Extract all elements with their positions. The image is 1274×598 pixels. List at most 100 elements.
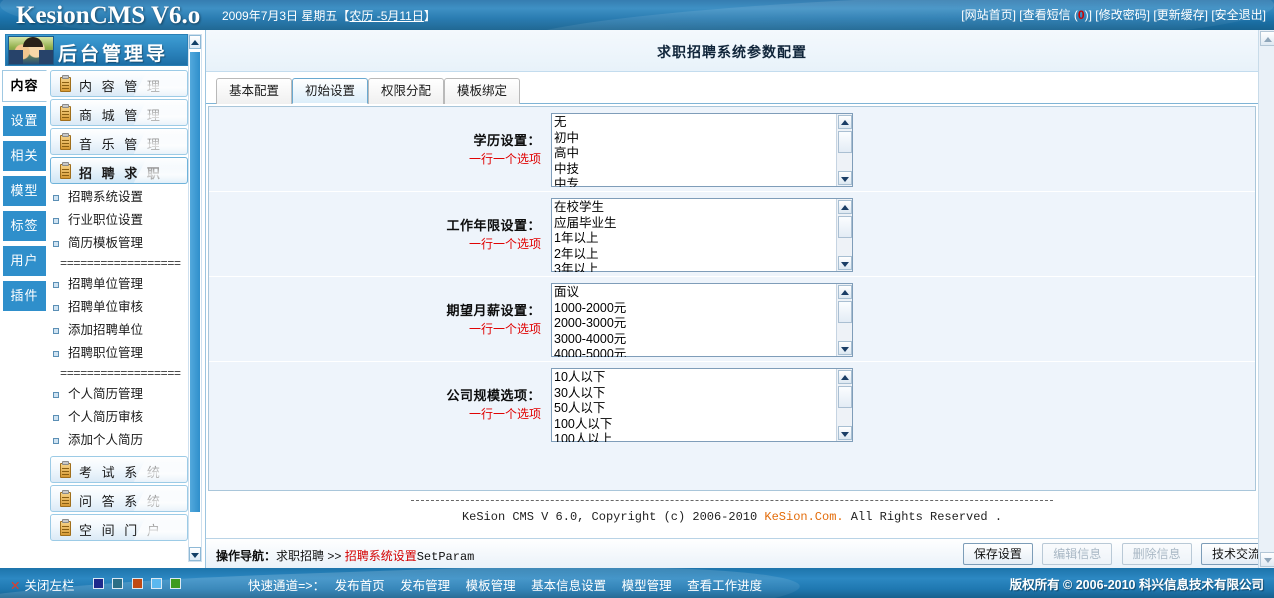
nav-group-recruitment[interactable]: 招 聘 求 职: [50, 157, 188, 184]
textarea-scrollbar[interactable]: [836, 199, 852, 271]
quick-link-work-progress[interactable]: 查看工作进度: [687, 579, 762, 593]
chevron-down-icon: [1264, 558, 1272, 563]
bullet-icon: [53, 218, 59, 224]
sidebar-item-add-resume[interactable]: 添加个人简历: [50, 429, 190, 452]
textarea-scroll-thumb[interactable]: [838, 386, 852, 408]
date-tail: 】: [424, 9, 436, 23]
nav-group-qa-system[interactable]: 问 答 系 统: [50, 485, 188, 512]
nav-group-space-portal[interactable]: 空 间 门 户: [50, 514, 188, 541]
sidebar-item-resume-audit[interactable]: 个人简历审核: [50, 406, 190, 429]
content-scroll-up-button[interactable]: [1260, 31, 1274, 46]
sidebar-item-label: 招聘单位管理: [68, 277, 143, 291]
textarea-scroll-down-button[interactable]: [838, 426, 852, 440]
vtab-related[interactable]: 相关: [2, 140, 47, 172]
sidebar-item-recruit-system-settings[interactable]: 招聘系统设置: [50, 186, 190, 209]
sidebar-item-resume-management[interactable]: 个人简历管理: [50, 383, 190, 406]
sidebar-item-label: 个人简历审核: [68, 410, 143, 424]
bullet-icon: [53, 351, 59, 357]
sidebar-item-label: 个人简历管理: [68, 387, 143, 401]
vtab-settings[interactable]: 设置: [2, 105, 47, 137]
bullet-icon: [53, 415, 59, 421]
theme-swatch-2[interactable]: [112, 578, 123, 589]
quick-link-publish-home[interactable]: 发布首页: [335, 579, 385, 593]
content-scroll-down-button[interactable]: [1260, 552, 1274, 567]
link-view-messages[interactable]: [查看短信 (0)]: [1019, 8, 1092, 22]
sidebar-scroll-thumb[interactable]: [189, 51, 201, 513]
link-logout[interactable]: [安全退出]: [1211, 8, 1266, 22]
sidebar-item-resume-template-management[interactable]: 简历模板管理: [50, 232, 190, 255]
link-change-password[interactable]: [修改密码]: [1095, 8, 1150, 22]
tab-template-binding[interactable]: 模板绑定: [444, 78, 520, 104]
nav-group-mall-management[interactable]: 商 城 管 理: [50, 99, 188, 126]
textarea-scroll-up-button[interactable]: [838, 370, 852, 384]
textarea-scroll-up-button[interactable]: [838, 200, 852, 214]
quick-link-basic-info-settings[interactable]: 基本信息设置: [531, 579, 606, 593]
textarea-scroll-up-button[interactable]: [838, 285, 852, 299]
nav-header: 后台管理导航: [5, 34, 188, 66]
textarea-scroll-down-button[interactable]: [838, 341, 852, 355]
save-settings-button[interactable]: 保存设置: [963, 543, 1033, 565]
form-label-cell: 学历设置： 一行一个选项: [209, 107, 549, 192]
theme-swatch-3[interactable]: [132, 578, 143, 589]
theme-swatch-5[interactable]: [170, 578, 181, 589]
breadcrumb-root[interactable]: 求职招聘: [276, 549, 324, 563]
textarea-scrollbar[interactable]: [836, 369, 852, 441]
close-left-panel-button[interactable]: ✕关闭左栏: [10, 575, 75, 594]
link-site-home[interactable]: [网站首页]: [961, 8, 1016, 22]
textarea-scroll-thumb[interactable]: [838, 301, 852, 323]
bullet-icon: [53, 438, 59, 444]
tab-basic-config[interactable]: 基本配置: [216, 78, 292, 104]
nav-group-content-management[interactable]: 内 容 管 理: [50, 70, 188, 97]
textarea-scroll-down-button[interactable]: [838, 171, 852, 185]
sidebar-divider-2: ==================: [50, 365, 190, 383]
date-gregorian: 2009年7月3日 星期五【: [222, 9, 349, 23]
nav-group-exam-system[interactable]: 考 试 系 统: [50, 456, 188, 483]
field-label: 学历设置：: [473, 130, 541, 149]
expected-salary-textarea[interactable]: 面议 1000-2000元 2000-3000元 3000-4000元 4000…: [551, 283, 853, 357]
tab-initial-settings[interactable]: 初始设置: [292, 78, 368, 104]
sidebar-item-label: 招聘系统设置: [68, 190, 143, 204]
quick-link-publish-management[interactable]: 发布管理: [400, 579, 450, 593]
vtab-content[interactable]: 内容: [2, 70, 47, 102]
nav-group-music-management[interactable]: 音 乐 管 理: [50, 128, 188, 155]
sidebar-scrollbar[interactable]: [188, 34, 202, 562]
copyright-brand-link[interactable]: KeSion.Com.: [764, 510, 843, 524]
bottom-status-bar: ✕关闭左栏 快速通道=>： 发布首页 发布管理 模板管理 基本信息设置 模型管理…: [0, 568, 1274, 598]
sidebar-item-job-position-management[interactable]: 招聘职位管理: [50, 342, 190, 365]
chevron-up-icon: [841, 290, 849, 295]
link-refresh-cache[interactable]: [更新缓存]: [1153, 8, 1208, 22]
vtab-tag[interactable]: 标签: [2, 210, 47, 242]
vtab-user[interactable]: 用户: [2, 245, 47, 277]
textarea-scrollbar[interactable]: [836, 114, 852, 186]
sidebar-scroll-down-button[interactable]: [189, 547, 201, 561]
sidebar-item-label: 简历模板管理: [68, 236, 143, 250]
theme-swatch-1[interactable]: [93, 578, 104, 589]
theme-swatch-4[interactable]: [151, 578, 162, 589]
textarea-scrollbar[interactable]: [836, 284, 852, 356]
textarea-scroll-thumb[interactable]: [838, 131, 852, 153]
chevron-up-icon: [841, 205, 849, 210]
chevron-up-icon: [841, 120, 849, 125]
company-size-textarea[interactable]: 10人以下 30人以下 50人以下 100人以下 100人以上: [551, 368, 853, 442]
form-row-expected-salary: 期望月薪设置： 一行一个选项 面议 1000-2000元 2000-3000元 …: [209, 277, 1255, 362]
sidebar-scroll-up-button[interactable]: [189, 35, 201, 49]
textarea-scroll-up-button[interactable]: [838, 115, 852, 129]
chevron-down-icon: [841, 432, 849, 437]
chevron-down-icon: [841, 347, 849, 352]
textarea-scroll-thumb[interactable]: [838, 216, 852, 238]
vtab-model[interactable]: 模型: [2, 175, 47, 207]
main-content-scrollbar[interactable]: [1258, 30, 1274, 568]
sidebar-item-industry-position-settings[interactable]: 行业职位设置: [50, 209, 190, 232]
sidebar-item-employer-audit[interactable]: 招聘单位审核: [50, 296, 190, 319]
vtab-plugin[interactable]: 插件: [2, 280, 47, 312]
work-experience-textarea[interactable]: 在校学生 应届毕业生 1年以上 2年以上 3年以上: [551, 198, 853, 272]
textarea-scroll-down-button[interactable]: [838, 256, 852, 270]
education-textarea[interactable]: 无 初中 高中 中技 中专: [551, 113, 853, 187]
quick-link-model-management[interactable]: 模型管理: [622, 579, 672, 593]
sidebar-item-employer-management[interactable]: 招聘单位管理: [50, 273, 190, 296]
vtab-related-label: 相关: [3, 147, 46, 164]
sidebar-item-add-employer[interactable]: 添加招聘单位: [50, 319, 190, 342]
tab-permission-allocation[interactable]: 权限分配: [368, 78, 444, 104]
vtab-model-label: 模型: [3, 182, 46, 199]
quick-link-template-management[interactable]: 模板管理: [466, 579, 516, 593]
